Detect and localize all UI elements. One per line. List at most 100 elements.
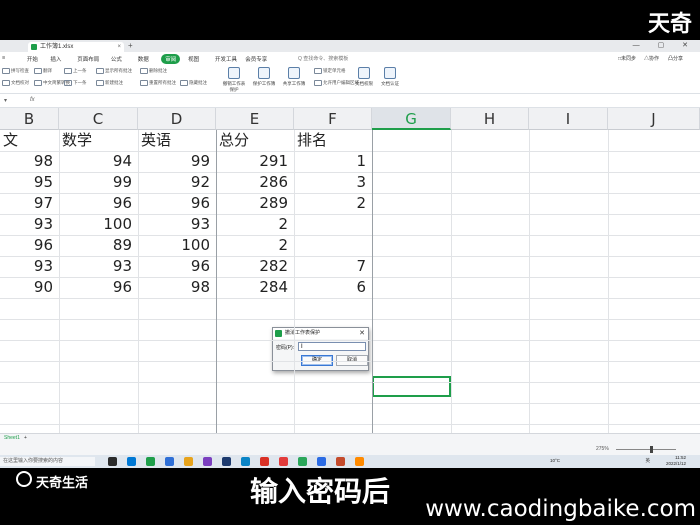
cell-total[interactable]: 286 xyxy=(216,172,294,193)
header-cell-english[interactable]: 英语 xyxy=(138,130,216,151)
cell-english[interactable]: 93 xyxy=(138,214,216,235)
cell-total[interactable]: 282 xyxy=(216,256,294,277)
menu-item-1[interactable]: 插入 xyxy=(50,55,61,63)
taskbar-app-icon[interactable] xyxy=(317,457,326,466)
cell-chinese[interactable]: 97 xyxy=(0,193,59,214)
column-header-j[interactable]: J xyxy=(608,108,700,130)
cell-english[interactable]: 99 xyxy=(138,151,216,172)
menu-icon[interactable]: ≡ xyxy=(2,55,5,61)
header-cell-total[interactable]: 总分 xyxy=(216,130,294,151)
cell-rank[interactable]: 3 xyxy=(294,172,372,193)
column-header-c[interactable]: C xyxy=(59,108,138,130)
sheet-tab-sheet1[interactable]: Sheet1 xyxy=(0,434,24,443)
taskbar-app-icon[interactable] xyxy=(108,457,117,466)
cell-rank[interactable]: 6 xyxy=(294,277,372,298)
fx-icon[interactable]: fx xyxy=(30,97,35,103)
cell-chinese[interactable]: 96 xyxy=(0,235,59,256)
tool-prev-comment[interactable]: 上一条 xyxy=(64,68,87,74)
command-search[interactable]: Q 查找命令、搜索模板 xyxy=(298,55,348,62)
tool-show-comments[interactable]: 显示所有批注 xyxy=(96,68,132,74)
header-cell-rank[interactable]: 排名 xyxy=(294,130,372,151)
header-cell-chinese[interactable]: 文 xyxy=(0,130,59,151)
taskbar-app-icon[interactable] xyxy=(184,457,193,466)
formula-bar[interactable]: ▾ fx xyxy=(0,94,700,108)
column-header-d[interactable]: D xyxy=(138,108,216,130)
menu-item-0[interactable]: 开始 xyxy=(27,55,38,63)
menu-item-3[interactable]: 公式 xyxy=(111,55,122,63)
cell-chinese[interactable]: 98 xyxy=(0,151,59,172)
cell-english[interactable]: 92 xyxy=(138,172,216,193)
cell-total[interactable]: 2 xyxy=(216,214,294,235)
cell-chinese[interactable]: 90 xyxy=(0,277,59,298)
taskbar-app-icon[interactable] xyxy=(241,457,250,466)
share-button[interactable]: 凸分享 xyxy=(668,55,683,62)
taskbar-app-icon[interactable] xyxy=(146,457,155,466)
name-box-dropdown-icon[interactable]: ▾ xyxy=(4,97,7,104)
menu-item-6[interactable]: 视图 xyxy=(188,55,199,63)
cell-total[interactable]: 289 xyxy=(216,193,294,214)
menu-item-5[interactable]: 审阅 xyxy=(161,54,181,64)
tool-next-comment[interactable]: 下一条 xyxy=(64,80,87,86)
column-header-b[interactable]: B xyxy=(0,108,59,130)
cell-math[interactable]: 96 xyxy=(59,277,138,298)
input-language[interactable]: 英 xyxy=(646,458,651,464)
cell-chinese[interactable]: 93 xyxy=(0,256,59,277)
cell-total[interactable]: 291 xyxy=(216,151,294,172)
column-header-f[interactable]: F xyxy=(294,108,372,130)
tool-translate[interactable]: 翻译 xyxy=(34,68,52,74)
tool-hide-comments[interactable]: 隐藏批注 xyxy=(180,80,207,86)
taskbar-app-icon[interactable] xyxy=(298,457,307,466)
collaborate-button[interactable]: △协作 xyxy=(644,55,659,62)
column-header-i[interactable]: I xyxy=(529,108,608,130)
cell-total[interactable]: 284 xyxy=(216,277,294,298)
unprotect-sheet-button[interactable]: 撤销工作表保护 xyxy=(222,67,246,93)
column-header-g[interactable]: G xyxy=(372,108,451,130)
tool-spell-check[interactable]: 拼写检查 xyxy=(2,68,29,74)
cell-rank[interactable] xyxy=(294,214,372,235)
cell-rank[interactable]: 1 xyxy=(294,151,372,172)
tab-close-icon[interactable]: × xyxy=(117,42,121,52)
taskbar-app-icon[interactable] xyxy=(127,457,136,466)
cell-chinese[interactable]: 95 xyxy=(0,172,59,193)
menu-item-8[interactable]: 会员专享 xyxy=(245,55,267,63)
workbook-tab[interactable]: 工作簿1.xlsx × xyxy=(28,42,124,52)
protect-workbook-button[interactable]: 保护工作簿 xyxy=(252,67,276,87)
menu-item-2[interactable]: 页面布局 xyxy=(77,55,99,63)
taskbar-app-icon[interactable] xyxy=(355,457,364,466)
share-workbook-button[interactable]: 共享工作簿 xyxy=(282,67,306,87)
menu-item-7[interactable]: 开发工具 xyxy=(215,55,237,63)
new-tab-button[interactable]: + xyxy=(128,41,133,50)
window-controls[interactable]: — ▢ ✕ xyxy=(633,41,696,49)
tool-proofread[interactable]: 文档校对 xyxy=(2,80,29,86)
add-sheet-button[interactable]: + xyxy=(24,434,27,443)
weather-temperature[interactable]: 10°C xyxy=(550,458,560,463)
cell-math[interactable]: 93 xyxy=(59,256,138,277)
taskbar-app-icon[interactable] xyxy=(203,457,212,466)
close-icon[interactable]: ✕ xyxy=(359,328,365,339)
taskbar-app-icon[interactable] xyxy=(279,457,288,466)
spreadsheet-grid[interactable]: B C D E F G H I J 文 数学 英语 总分 排名 撤消工作表保护 … xyxy=(0,108,700,446)
cell-chinese[interactable]: 93 xyxy=(0,214,59,235)
cell-math[interactable]: 94 xyxy=(59,151,138,172)
taskbar-app-icon[interactable] xyxy=(260,457,269,466)
cell-math[interactable]: 89 xyxy=(59,235,138,256)
cell-rank[interactable]: 2 xyxy=(294,193,372,214)
cell-math[interactable]: 99 xyxy=(59,172,138,193)
taskbar-app-icon[interactable] xyxy=(165,457,174,466)
header-cell-math[interactable]: 数学 xyxy=(59,130,138,151)
taskbar-app-icon[interactable] xyxy=(336,457,345,466)
tool-lock-cells[interactable]: 锁定单元格 xyxy=(314,68,346,74)
sync-status[interactable]: □未同步 xyxy=(618,55,636,62)
zoom-slider-knob[interactable] xyxy=(650,446,653,453)
taskbar-clock[interactable]: 11:52 2022/1/12 xyxy=(666,455,686,467)
cell-math[interactable]: 96 xyxy=(59,193,138,214)
tool-reset-comments[interactable]: 重置所有批注 xyxy=(140,80,176,86)
doc-permission-button[interactable]: 文档权限 xyxy=(352,67,376,87)
cell-english[interactable]: 96 xyxy=(138,193,216,214)
cell-english[interactable]: 98 xyxy=(138,277,216,298)
taskbar-search-input[interactable]: 在这里输入你要搜索的内容 xyxy=(0,457,95,466)
zoom-slider[interactable] xyxy=(616,449,676,450)
active-cell-g[interactable] xyxy=(372,376,451,397)
password-field[interactable]: I xyxy=(298,342,366,351)
doc-certify-button[interactable]: 文档认证 xyxy=(378,67,402,87)
